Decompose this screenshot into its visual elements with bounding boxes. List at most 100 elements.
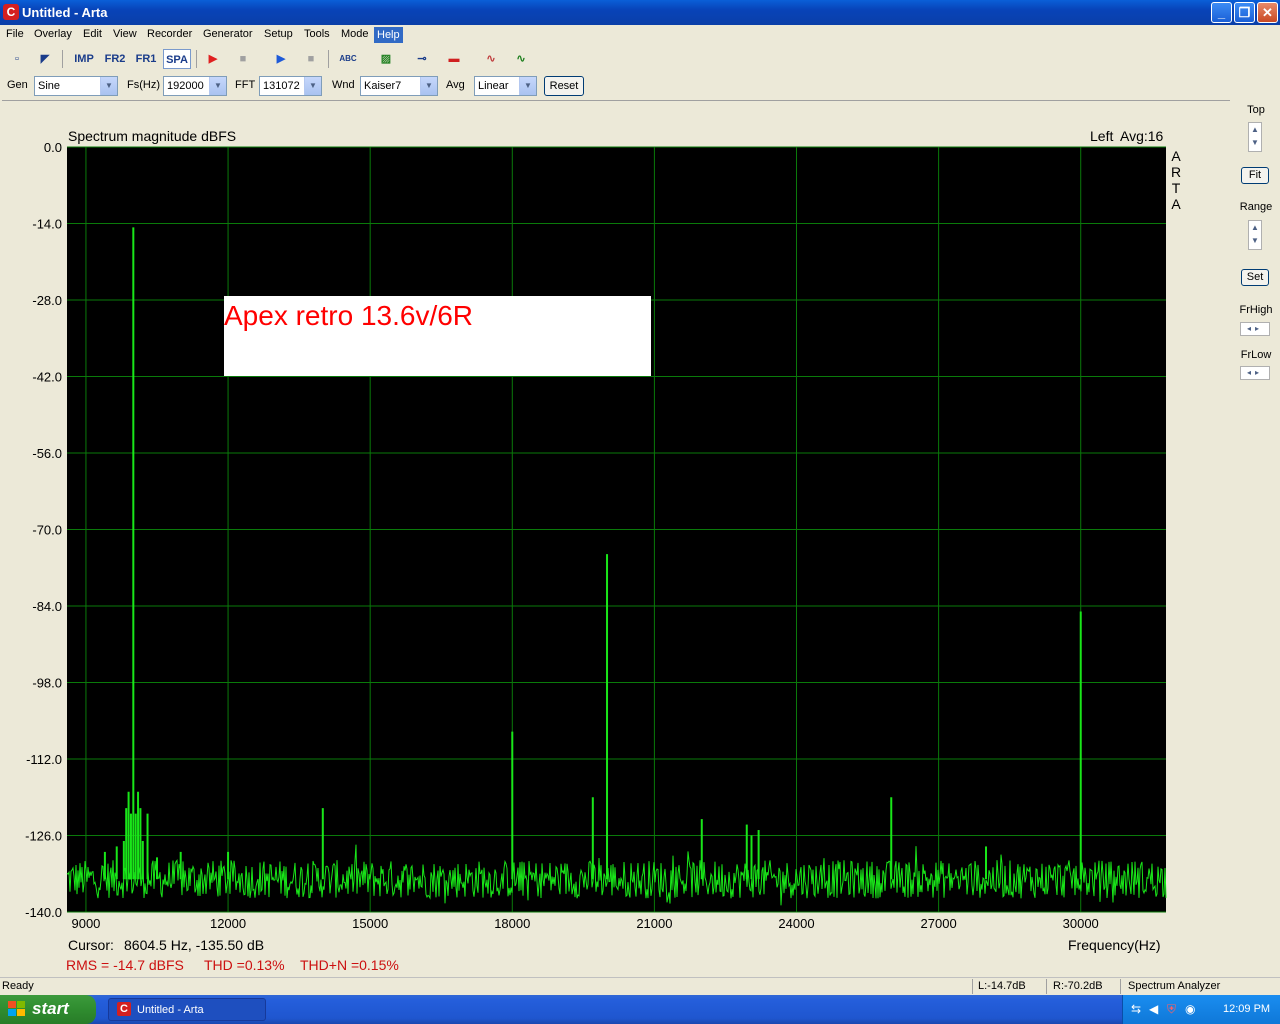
chevron-down-icon[interactable]: ▼: [100, 77, 117, 95]
minimize-button[interactable]: _: [1211, 2, 1232, 23]
menu-overlay[interactable]: Overlay: [34, 28, 72, 40]
scope-icon[interactable]: ∿: [510, 49, 532, 69]
network-icon[interactable]: ⇆: [1131, 1002, 1141, 1016]
x-axis-ticks: 9000 12000 15000 18000 21000 24000 27000 30000: [71, 916, 1098, 931]
status-ready: Ready: [2, 980, 34, 992]
menu-file[interactable]: File: [6, 28, 24, 40]
menu-tools[interactable]: Tools: [304, 28, 330, 40]
menu-help[interactable]: Help: [374, 27, 403, 43]
impulse-mode-button[interactable]: IMP: [72, 49, 96, 69]
fit-button[interactable]: Fit: [1241, 167, 1269, 184]
chevron-down-icon[interactable]: ▼: [304, 77, 321, 95]
restore-button[interactable]: ❐: [1234, 2, 1255, 23]
avg-select[interactable]: Linear ▼: [474, 76, 537, 96]
wnd-select[interactable]: Kaiser7 ▼: [360, 76, 438, 96]
frhigh-spinner[interactable]: ◂▸: [1240, 322, 1270, 336]
volume-icon[interactable]: ◀: [1149, 1002, 1158, 1016]
fr1-mode-button[interactable]: FR1: [134, 49, 158, 69]
y-tick-label: -126.0: [25, 829, 62, 844]
toolbar-separator: [62, 50, 63, 68]
menu-recorder[interactable]: Recorder: [147, 28, 192, 40]
chart-title: Spectrum magnitude dBFS: [68, 128, 236, 144]
fft-value: 131072: [263, 80, 300, 92]
x-tick-label: 21000: [636, 916, 672, 931]
sine-icon[interactable]: ∿: [480, 49, 502, 69]
x-tick-label: 12000: [210, 916, 246, 931]
new-file-icon[interactable]: ▫: [6, 49, 28, 69]
chevron-down-icon[interactable]: ▼: [519, 77, 536, 95]
cursor-value: 8604.5 Hz, -135.50 dB: [124, 937, 264, 953]
close-button[interactable]: ✕: [1257, 2, 1278, 23]
play-icon[interactable]: ▶: [270, 49, 292, 69]
stop-icon[interactable]: ■: [232, 49, 254, 69]
scale-sidebar: Top ▲ ▼ Fit Range ▲ ▼ Set FrHigh ◂▸ FrLow …: [1232, 100, 1280, 976]
app-icon[interactable]: C: [3, 4, 19, 20]
y-tick-label: -98.0: [32, 676, 62, 691]
color-bar-icon[interactable]: ▬: [443, 49, 465, 69]
fs-label: Fs(Hz): [127, 79, 160, 91]
avg-count-label: Avg:16: [1120, 128, 1164, 144]
plot-panel: Spectrum magnitude dBFS Left Avg:16 0.0 -…: [2, 100, 1230, 977]
gen-select[interactable]: Sine ▼: [34, 76, 118, 96]
status-divider: [972, 979, 973, 994]
taskbar-item-label: Untitled - Arta: [137, 1004, 204, 1016]
toolbar-separator: [196, 50, 197, 68]
fft-select[interactable]: 131072 ▼: [259, 76, 322, 96]
y-tick-label: -84.0: [32, 599, 62, 614]
fs-value: 192000: [167, 80, 204, 92]
wnd-label: Wnd: [332, 79, 355, 91]
reset-button[interactable]: Reset: [544, 76, 584, 96]
fr2-mode-button[interactable]: FR2: [103, 49, 127, 69]
start-button[interactable]: start: [0, 995, 96, 1024]
arta-letter: R: [1171, 164, 1181, 180]
antivirus-icon[interactable]: ◉: [1185, 1002, 1195, 1016]
arta-app-icon: C: [117, 1002, 131, 1016]
y-tick-label: 0.0: [44, 140, 62, 155]
spa-mode-button[interactable]: SPA: [163, 49, 191, 69]
status-mode: Spectrum Analyzer: [1128, 980, 1221, 992]
y-tick-label: -28.0: [32, 293, 62, 308]
menu-mode[interactable]: Mode: [341, 28, 369, 40]
x-tick-label: 9000: [71, 916, 100, 931]
menu-view[interactable]: View: [113, 28, 137, 40]
menu-generator[interactable]: Generator: [203, 28, 253, 40]
system-tray: ⇆ ◀ ⛨ ◉ 12:09 PM: [1122, 995, 1280, 1024]
open-file-icon[interactable]: ◤: [34, 49, 56, 69]
slider-icon[interactable]: ⊸: [411, 49, 433, 69]
fs-select[interactable]: 192000 ▼: [163, 76, 227, 96]
abc-icon[interactable]: ABC: [337, 49, 359, 69]
windows-logo-icon: [8, 1001, 25, 1016]
y-tick-label: -140.0: [25, 905, 62, 920]
menu-edit[interactable]: Edit: [83, 28, 102, 40]
frlow-label: FrLow: [1240, 349, 1272, 361]
menu-setup[interactable]: Setup: [264, 28, 293, 40]
record-icon[interactable]: ▶: [202, 49, 224, 69]
thdn-readout: THD+N =0.15%: [300, 957, 399, 973]
taskbar-item-arta[interactable]: C Untitled - Arta: [108, 998, 266, 1021]
y-tick-label: -14.0: [32, 217, 62, 232]
avg-label: Avg: [446, 79, 465, 91]
x-tick-label: 15000: [352, 916, 388, 931]
x-axis-label: Frequency(Hz): [1068, 937, 1161, 953]
chevron-down-icon[interactable]: ▼: [420, 77, 437, 95]
annotation-text: Apex retro 13.6v/6R: [224, 300, 473, 331]
y-axis-ticks: 0.0 -14.0 -28.0 -42.0 -56.0 -70.0 -84.0 -98.0 -1…: [25, 140, 62, 920]
taskbar: start C Untitled - Arta ⇆ ◀ ⛨ ◉ 12:09 PM: [0, 995, 1280, 1024]
top-spinner[interactable]: ▲ ▼: [1248, 122, 1262, 152]
frlow-spinner[interactable]: ◂▸: [1240, 366, 1270, 380]
gen-label: Gen: [7, 79, 28, 91]
spectrum-chart[interactable]: Spectrum magnitude dBFS Left Avg:16 0.0 -…: [2, 101, 1230, 977]
range-spinner[interactable]: ▲ ▼: [1248, 220, 1262, 250]
title-bar: C Untitled - Arta _ ❐ ✕: [0, 0, 1280, 25]
hatch-icon[interactable]: ▨: [375, 49, 397, 69]
rms-readout: RMS = -14.7 dBFS: [66, 957, 184, 973]
top-label: Top: [1247, 104, 1265, 116]
shield-icon[interactable]: ⛨: [1167, 1002, 1176, 1017]
chevron-down-icon[interactable]: ▼: [209, 77, 226, 95]
stop-play-icon[interactable]: ■: [300, 49, 322, 69]
set-button[interactable]: Set: [1241, 269, 1269, 286]
thd-readout: THD =0.13%: [204, 957, 285, 973]
y-tick-label: -42.0: [32, 370, 62, 385]
status-divider: [1046, 979, 1047, 994]
wnd-value: Kaiser7: [364, 80, 402, 92]
